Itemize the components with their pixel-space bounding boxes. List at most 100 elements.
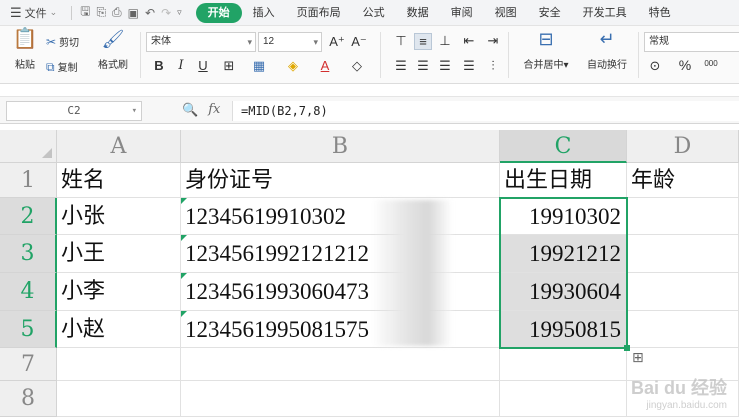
distribute-icon[interactable]: ⫶ [484, 58, 502, 74]
cell-b5[interactable]: 1234561995081575 [181, 311, 500, 348]
cell-c7[interactable] [500, 348, 627, 381]
row-header-8[interactable]: 8 [0, 381, 57, 417]
print-icon[interactable]: ⎙ [112, 5, 122, 20]
justify-icon[interactable]: ☰ [460, 58, 478, 74]
align-right-icon[interactable]: ☰ [436, 58, 454, 74]
tab-features[interactable]: 特色 [638, 3, 682, 23]
insert-function-icon[interactable]: fx [208, 102, 220, 118]
cell-b7[interactable] [181, 348, 500, 381]
cell-a3[interactable]: 小王 [57, 235, 181, 273]
copy-label: 复制 [57, 63, 78, 74]
underline-icon[interactable]: U [194, 58, 212, 73]
cell-a8[interactable] [57, 381, 181, 417]
merge-center-button[interactable]: ⊟ 合并居中▾ [518, 30, 574, 71]
customize-icon[interactable]: ▿ [177, 7, 182, 18]
divider [638, 32, 639, 78]
cell-d3[interactable] [627, 235, 739, 273]
indent-decrease-icon[interactable]: ⇤ [460, 33, 478, 49]
thousands-separator-button[interactable]: 000 [700, 59, 722, 68]
cell-d1[interactable]: 年龄 [627, 163, 739, 198]
row-header-4[interactable]: 4 [0, 273, 57, 311]
column-header-d[interactable]: D [627, 130, 739, 163]
font-name-select[interactable]: 宋体 ▾ [146, 32, 256, 52]
bold-icon[interactable]: B [150, 58, 168, 73]
decrease-font-icon[interactable]: A⁻ [350, 34, 368, 50]
cell-d2[interactable] [627, 198, 739, 235]
save-icon[interactable]: 🖫 [80, 2, 90, 23]
align-center-icon[interactable]: ☰ [414, 58, 432, 74]
cell-a5[interactable]: 小赵 [57, 311, 181, 348]
align-bottom-icon[interactable]: ⊥ [436, 33, 454, 49]
font-color-icon[interactable]: A [316, 58, 334, 73]
undo-icon[interactable]: ↶ [145, 6, 155, 20]
cell-a1[interactable]: 姓名 [57, 163, 181, 198]
font-size-select[interactable]: 12 ▾ [258, 32, 322, 52]
wrap-text-button[interactable]: ↵ 自动换行 [582, 30, 632, 71]
format-painter-label: 格式刷 [98, 60, 128, 71]
percent-button[interactable]: % [676, 57, 694, 73]
cell-b8[interactable] [181, 381, 500, 417]
cell-b2[interactable]: 12345619910302 [181, 198, 500, 235]
clear-format-icon[interactable]: ◇ [348, 58, 366, 74]
zoom-icon[interactable]: 🔍 [182, 102, 198, 118]
tab-data[interactable]: 数据 [396, 3, 440, 23]
tab-home[interactable]: 开始 [195, 2, 242, 23]
row-header-1[interactable]: 1 [0, 163, 57, 198]
export-icon[interactable]: ⎘ [96, 5, 106, 20]
auto-fill-options-icon[interactable]: ⊞ [632, 349, 644, 366]
align-top-icon[interactable]: ⊤ [392, 33, 410, 49]
cell-a4[interactable]: 小李 [57, 273, 181, 311]
cell-b3[interactable]: 1234561992121212 [181, 235, 500, 273]
italic-icon[interactable]: I [172, 58, 190, 73]
cell-c5[interactable]: 19950815 [500, 311, 627, 348]
name-box[interactable]: C2 ▾ [6, 101, 142, 121]
formula-input[interactable]: =MID(B2,7,8) [232, 101, 739, 121]
cell-style-icon[interactable]: ▦ [250, 58, 268, 74]
fill-color-icon[interactable]: ◈ [284, 58, 302, 74]
indent-increase-icon[interactable]: ⇥ [484, 33, 502, 49]
tab-developer[interactable]: 开发工具 [572, 3, 638, 23]
cell-c8[interactable] [500, 381, 627, 417]
cut-label: 剪切 [59, 38, 80, 49]
tab-page-layout[interactable]: 页面布局 [286, 3, 352, 23]
cell-a7[interactable] [57, 348, 181, 381]
align-left-icon[interactable]: ☰ [392, 58, 410, 74]
tab-insert[interactable]: 插入 [242, 3, 286, 23]
tab-formulas[interactable]: 公式 [352, 3, 396, 23]
row-header-3[interactable]: 3 [0, 235, 57, 273]
cell-c1[interactable]: 出生日期 [500, 163, 627, 198]
redo-icon[interactable]: ↷ [161, 6, 171, 20]
increase-font-icon[interactable]: A⁺ [328, 34, 346, 50]
align-middle-icon[interactable]: ≡ [414, 33, 432, 50]
number-format-value: 常规 [649, 36, 669, 47]
row-header-5[interactable]: 5 [0, 311, 57, 348]
cell-a2[interactable]: 小张 [57, 198, 181, 235]
column-header-b[interactable]: B [181, 130, 500, 163]
cell-c4[interactable]: 19930604 [500, 273, 627, 311]
file-menu[interactable]: ☰ 文件 ⌄ [0, 5, 63, 21]
divider [71, 5, 73, 20]
row-header-7[interactable]: 7 [0, 348, 57, 381]
tab-security[interactable]: 安全 [528, 3, 572, 23]
cut-button[interactable]: ✂ 剪切 [46, 34, 80, 50]
copy-button[interactable]: ⧉ 复制 [46, 59, 78, 75]
paste-button[interactable]: 📋 粘贴 [10, 29, 40, 71]
cell-d5[interactable] [627, 311, 739, 348]
number-format-select[interactable]: 常规 [644, 32, 739, 52]
format-painter-button[interactable]: 🖌 格式刷 [98, 30, 128, 71]
cell-c2[interactable]: 19910302 [500, 198, 627, 235]
select-all-corner[interactable] [0, 130, 57, 163]
currency-icon[interactable]: ⊙ [646, 58, 664, 74]
tab-view[interactable]: 视图 [484, 3, 528, 23]
cell-c3[interactable]: 19921212 [500, 235, 627, 273]
fill-handle[interactable] [624, 345, 630, 351]
cell-d4[interactable] [627, 273, 739, 311]
column-header-c[interactable]: C [500, 130, 627, 163]
borders-icon[interactable]: ⊞ [220, 58, 238, 74]
cell-b4[interactable]: 1234561993060473 [181, 273, 500, 311]
tab-review[interactable]: 审阅 [440, 3, 484, 23]
cell-b1[interactable]: 身份证号 [181, 163, 500, 198]
print-preview-icon[interactable]: ▣ [128, 6, 139, 20]
row-header-2[interactable]: 2 [0, 198, 57, 235]
column-header-a[interactable]: A [57, 130, 181, 163]
